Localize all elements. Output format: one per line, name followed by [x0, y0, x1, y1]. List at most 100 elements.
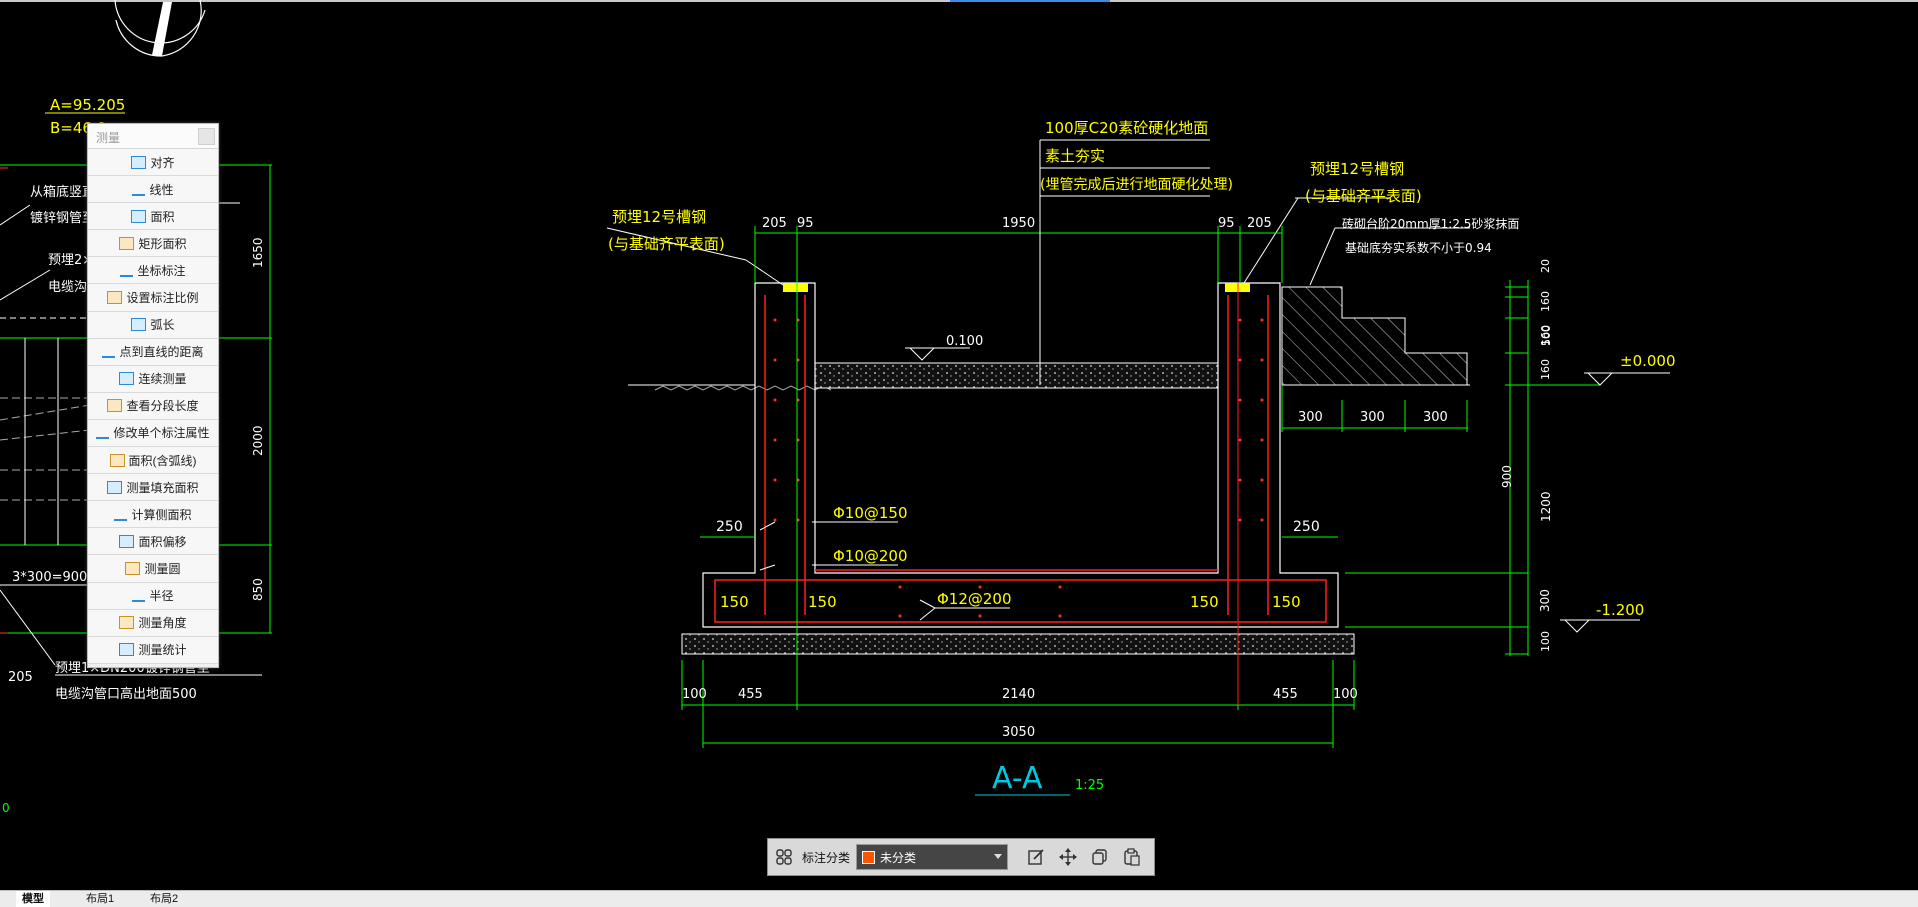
measure-item-rect-area[interactable]: 矩形面积	[88, 230, 218, 258]
step-300-3: 300	[1423, 410, 1448, 425]
dim-v-900: 900	[1500, 465, 1514, 488]
dim-150-2: 150	[808, 593, 837, 611]
layout-tab-bar: 模型 布局1 布局2	[0, 890, 1918, 907]
tab-layout-1[interactable]: 布局1	[80, 891, 120, 907]
measure-item-label: 测量统计	[138, 643, 187, 658]
measure-item-label: 对齐	[150, 155, 175, 170]
rebar-label-2: Φ10@200	[833, 547, 908, 565]
measure-item-label: 查看分段长度	[126, 399, 199, 414]
floor-note-2: 素土夯实	[1045, 147, 1105, 165]
annotation-toolbar: 标注分类 未分类	[767, 838, 1155, 876]
dim-250-right: 250	[1293, 519, 1320, 535]
measure-item-arc-area[interactable]: 面积(含弧线)	[88, 447, 218, 475]
tab-layout-2[interactable]: 布局2	[144, 891, 184, 907]
measure-item-statistics[interactable]: 测量统计	[88, 636, 218, 664]
measure-item-linear-measure[interactable]: 线性	[88, 176, 218, 204]
measure-item-label: 点到直线的距离	[119, 345, 204, 360]
measure-item-label: 测量角度	[138, 616, 187, 631]
scale-icon	[107, 291, 123, 305]
continuous-measure-icon	[119, 372, 135, 386]
measure-item-circle-measure[interactable]: 测量圆	[88, 555, 218, 583]
rebar-label-1: Φ10@150	[833, 504, 908, 522]
channel-left-1: 预埋12号槽钢	[612, 208, 706, 226]
measure-item-radius[interactable]: 半径	[88, 582, 218, 610]
dim-v-160-1: 160	[1539, 291, 1552, 312]
measure-item-side-area[interactable]: 计算侧面积	[88, 501, 218, 529]
side-area-icon	[114, 508, 128, 521]
measure-item-edit-annotation[interactable]: 修改单个标注属性	[88, 419, 218, 448]
dim-1650: 1650	[251, 237, 265, 268]
measure-item-hatch-area[interactable]: 测量填充面积	[88, 474, 218, 502]
north-arrow	[114, 0, 206, 57]
dim-2000: 2000	[251, 425, 265, 456]
rect-area-icon	[119, 236, 135, 250]
cad-drawing: A=95.205 B=46.0 从箱底竖直预 镀锌钢管至地 预埋2×D 电缆沟管…	[0, 0, 1676, 815]
section-title: A-A	[992, 761, 1043, 796]
dim-205-left: 205	[8, 670, 33, 685]
dim-v-300: 300	[1538, 589, 1552, 612]
measure-panel-title: 测量	[96, 131, 121, 145]
measure-item-label: 坐标标注	[137, 263, 186, 278]
pitch-label: 3*300=900	[12, 570, 87, 585]
measure-item-coordinate[interactable]: 坐标标注	[88, 257, 218, 285]
measure-item-label: 面积	[150, 209, 175, 224]
concrete-slab	[814, 362, 1219, 389]
trench-outline	[702, 282, 1339, 628]
step-300-2: 300	[1360, 410, 1385, 425]
tab-model[interactable]: 模型	[16, 891, 50, 907]
dim-250-left: 250	[716, 519, 743, 535]
area-offset-icon	[119, 534, 135, 548]
chevron-down-icon	[994, 854, 1003, 859]
measure-item-angle[interactable]: 测量角度	[88, 609, 218, 637]
base-dim-2140: 2140	[1002, 687, 1035, 702]
angle-icon	[119, 616, 135, 630]
dim-205-left: 205	[762, 216, 787, 231]
step-300-1: 300	[1298, 410, 1323, 425]
measure-item-continuous-measure[interactable]: 连续测量	[88, 365, 218, 393]
measure-item-label: 面积(含弧线)	[128, 453, 197, 468]
category-select[interactable]: 未分类	[856, 844, 1009, 870]
paste-icon[interactable]	[1122, 847, 1142, 867]
area-icon	[131, 209, 147, 223]
measure-item-arc-length[interactable]: 弧长	[88, 311, 218, 339]
grid-layout-icon[interactable]	[774, 847, 794, 867]
step-note-1: 砖砌台阶20mm厚1:2.5砂浆抹面	[1342, 216, 1519, 231]
measure-item-label: 弧长	[150, 318, 175, 333]
measure-panel: 测量 对齐线性面积矩形面积坐标标注设置标注比例 弧长点到直线的距离连续测量查看分段…	[87, 123, 219, 668]
channel-right-2: (与基础齐平表面)	[1305, 187, 1422, 205]
section-scale: 1:25	[1075, 778, 1104, 793]
copy-icon[interactable]	[1090, 847, 1110, 867]
dim-v-20: 20	[1539, 259, 1552, 273]
floor-note-1: 100厚C20素砼硬化地面	[1045, 119, 1208, 137]
level-zero: ±0.000	[1620, 352, 1676, 370]
measure-item-segment-length[interactable]: 查看分段长度	[88, 392, 218, 420]
dim-850: 850	[251, 578, 265, 601]
channel-right-1: 预埋12号槽钢	[1310, 160, 1404, 178]
measure-item-area-offset[interactable]: 面积偏移	[88, 528, 218, 556]
step-note-2: 基础底夯实系数不小于0.94	[1345, 240, 1492, 255]
panel-close-icon[interactable]	[198, 128, 215, 145]
measure-item-area[interactable]: 面积	[88, 203, 218, 231]
measure-item-label: 半径	[149, 589, 174, 604]
measure-item-align-measure[interactable]: 对齐	[88, 149, 218, 177]
level-negative: -1.200	[1596, 601, 1644, 619]
measure-panel-header[interactable]: 测量	[88, 124, 218, 149]
dim-150-3: 150	[1190, 593, 1219, 611]
dim-v-500: 500	[1540, 325, 1553, 346]
measure-item-point-line-distance[interactable]: 点到直线的距离	[88, 338, 218, 366]
measure-item-label: 测量圆	[144, 561, 181, 576]
base-cushion-dots	[682, 634, 1354, 654]
a-value: A=95.205	[50, 96, 125, 114]
zero-mark: 0	[2, 801, 10, 815]
measure-item-label: 设置标注比例	[126, 291, 199, 306]
cad-canvas[interactable]: A=95.205 B=46.0 从箱底竖直预 镀锌钢管至地 预埋2×D 电缆沟管…	[0, 0, 1918, 890]
base-dim-100-right: 100	[1333, 687, 1358, 702]
edit-icon[interactable]	[1026, 847, 1046, 867]
category-label: 标注分类	[802, 850, 851, 865]
measure-item-scale[interactable]: 设置标注比例	[88, 284, 218, 312]
base-dim-455-left: 455	[738, 687, 763, 702]
measure-item-label: 修改单个标注属性	[113, 426, 210, 441]
move-icon[interactable]	[1058, 847, 1078, 867]
radius-icon	[132, 589, 146, 603]
level-0100: 0.100	[946, 334, 983, 349]
